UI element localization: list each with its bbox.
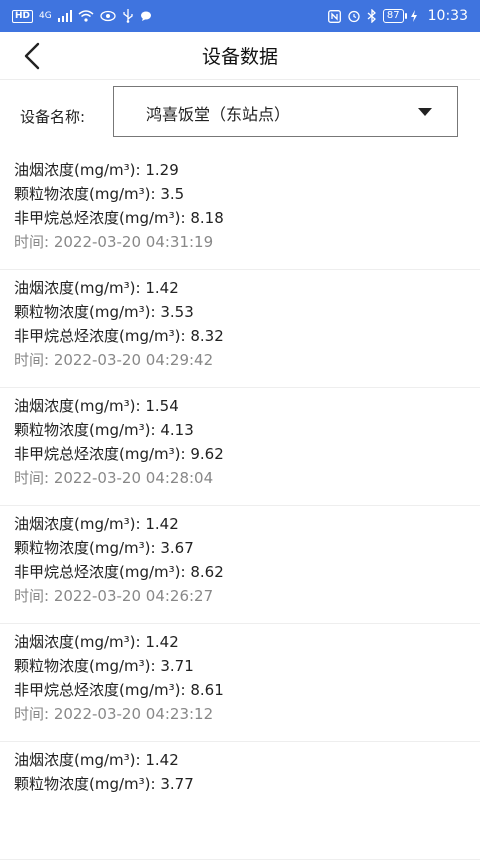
signal-icon [57, 10, 72, 22]
network-type: 4G [39, 11, 52, 21]
time-value: 2022-03-20 04:23:12 [53, 705, 214, 723]
alarm-icon [348, 10, 360, 23]
time-line: 时间: 2022-03-20 04:29:42 [14, 348, 466, 372]
nmhc-value: 8.62 [190, 563, 224, 581]
time-value: 2022-03-20 04:26:27 [53, 587, 214, 605]
particulate-value: 3.53 [160, 303, 194, 321]
oil-smoke-label: 油烟浓度(mg/m³): [14, 161, 146, 179]
clock: 10:33 [427, 8, 468, 24]
status-right: 87 10:33 [327, 8, 468, 24]
nmhc-label: 非甲烷总烃浓度(mg/m³): [14, 445, 191, 463]
nmhc-line: 非甲烷总烃浓度(mg/m³): 8.32 [14, 324, 466, 348]
time-label: 时间: [14, 587, 54, 605]
time-label: 时间: [14, 233, 54, 251]
particulate-label: 颗粒物浓度(mg/m³): [14, 775, 161, 793]
nmhc-value: 8.18 [190, 209, 224, 227]
oil-smoke-value: 1.42 [145, 279, 179, 297]
oil-smoke-value: 1.54 [145, 397, 179, 415]
device-select-value: 鸿喜饭堂（东站点） [146, 105, 291, 124]
nfc-icon [327, 9, 341, 23]
oil-smoke-value: 1.42 [145, 633, 179, 651]
particulate-label: 颗粒物浓度(mg/m³): [14, 657, 161, 675]
data-record-list: 油烟浓度(mg/m³): 1.29 颗粒物浓度(mg/m³): 3.5 非甲烷总… [0, 152, 480, 860]
nmhc-line: 非甲烷总烃浓度(mg/m³): 8.62 [14, 560, 466, 584]
particulate-line: 颗粒物浓度(mg/m³): 3.77 [14, 772, 466, 796]
particulate-line: 颗粒物浓度(mg/m³): 3.71 [14, 654, 466, 678]
particulate-label: 颗粒物浓度(mg/m³): [14, 421, 161, 439]
particulate-value: 3.5 [160, 185, 185, 203]
nmhc-line: 非甲烷总烃浓度(mg/m³): 8.61 [14, 678, 466, 702]
battery-icon: 87 [382, 9, 407, 23]
device-select[interactable]: 鸿喜饭堂（东站点） [113, 86, 458, 137]
chat-icon [140, 11, 151, 21]
page-title: 设备数据 [201, 46, 278, 68]
oil-smoke-value: 1.42 [145, 751, 179, 769]
status-bar: HD 4G 87 10:33 [0, 0, 480, 32]
device-selector-row: 设备名称: 鸿喜饭堂（东站点） [0, 80, 480, 152]
status-left: HD 4G [12, 9, 152, 23]
data-record-item[interactable]: 油烟浓度(mg/m³): 1.42 颗粒物浓度(mg/m³): 3.53 非甲烷… [0, 270, 480, 388]
particulate-line: 颗粒物浓度(mg/m³): 3.67 [14, 536, 466, 560]
oil-smoke-value: 1.42 [145, 515, 179, 533]
oil-smoke-label: 油烟浓度(mg/m³): [14, 515, 146, 533]
oil-smoke-label: 油烟浓度(mg/m³): [14, 751, 146, 769]
time-line: 时间: 2022-03-20 04:31:19 [14, 230, 466, 254]
bluetooth-icon [367, 9, 376, 23]
device-name-label: 设备名称: [20, 107, 86, 126]
time-value: 2022-03-20 04:31:19 [53, 233, 214, 251]
wifi-icon [78, 10, 94, 22]
time-label: 时间: [14, 351, 54, 369]
time-line: 时间: 2022-03-20 04:28:04 [14, 466, 466, 490]
hd-badge: HD [12, 9, 34, 23]
oil-smoke-line: 油烟浓度(mg/m³): 1.42 [14, 276, 466, 300]
particulate-value: 3.77 [160, 775, 194, 793]
caret-down-icon [418, 108, 432, 116]
eye-icon [100, 10, 116, 22]
time-line: 时间: 2022-03-20 04:23:12 [14, 702, 466, 726]
nmhc-value: 8.32 [190, 327, 224, 345]
particulate-label: 颗粒物浓度(mg/m³): [14, 539, 161, 557]
oil-smoke-line: 油烟浓度(mg/m³): 1.42 [14, 748, 466, 772]
time-label: 时间: [14, 705, 54, 723]
time-label: 时间: [14, 469, 54, 487]
oil-smoke-line: 油烟浓度(mg/m³): 1.54 [14, 394, 466, 418]
oil-smoke-line: 油烟浓度(mg/m³): 1.42 [14, 512, 466, 536]
particulate-line: 颗粒物浓度(mg/m³): 3.5 [14, 182, 466, 206]
nmhc-label: 非甲烷总烃浓度(mg/m³): [14, 563, 191, 581]
particulate-line: 颗粒物浓度(mg/m³): 4.13 [14, 418, 466, 442]
particulate-value: 4.13 [160, 421, 194, 439]
nmhc-label: 非甲烷总烃浓度(mg/m³): [14, 681, 191, 699]
oil-smoke-label: 油烟浓度(mg/m³): [14, 633, 146, 651]
nmhc-value: 9.62 [190, 445, 224, 463]
time-line: 时间: 2022-03-20 04:26:27 [14, 584, 466, 608]
oil-smoke-line: 油烟浓度(mg/m³): 1.29 [14, 158, 466, 182]
nmhc-line: 非甲烷总烃浓度(mg/m³): 8.18 [14, 206, 466, 230]
data-record-item[interactable]: 油烟浓度(mg/m³): 1.54 颗粒物浓度(mg/m³): 4.13 非甲烷… [0, 388, 480, 506]
particulate-label: 颗粒物浓度(mg/m³): [14, 303, 161, 321]
nmhc-value: 8.61 [190, 681, 224, 699]
particulate-value: 3.71 [160, 657, 194, 675]
usb-icon [123, 9, 133, 23]
particulate-line: 颗粒物浓度(mg/m³): 3.53 [14, 300, 466, 324]
data-record-item[interactable]: 油烟浓度(mg/m³): 1.29 颗粒物浓度(mg/m³): 3.5 非甲烷总… [0, 152, 480, 270]
data-record-item[interactable]: 油烟浓度(mg/m³): 1.42 颗粒物浓度(mg/m³): 3.67 非甲烷… [0, 506, 480, 624]
app-header: 设备数据 [0, 32, 480, 80]
oil-smoke-value: 1.29 [145, 161, 179, 179]
charging-icon [410, 10, 417, 22]
data-record-item[interactable]: 油烟浓度(mg/m³): 1.42 颗粒物浓度(mg/m³): 3.71 非甲烷… [0, 624, 480, 742]
oil-smoke-line: 油烟浓度(mg/m³): 1.42 [14, 630, 466, 654]
oil-smoke-label: 油烟浓度(mg/m³): [14, 279, 146, 297]
time-value: 2022-03-20 04:28:04 [53, 469, 214, 487]
oil-smoke-label: 油烟浓度(mg/m³): [14, 397, 146, 415]
nmhc-label: 非甲烷总烃浓度(mg/m³): [14, 327, 191, 345]
time-value: 2022-03-20 04:29:42 [53, 351, 214, 369]
data-record-item[interactable]: 油烟浓度(mg/m³): 1.42 颗粒物浓度(mg/m³): 3.77 [0, 742, 480, 860]
back-button[interactable] [18, 40, 50, 72]
chevron-left-icon [24, 42, 40, 70]
nmhc-label: 非甲烷总烃浓度(mg/m³): [14, 209, 191, 227]
particulate-label: 颗粒物浓度(mg/m³): [14, 185, 161, 203]
particulate-value: 3.67 [160, 539, 194, 557]
nmhc-line: 非甲烷总烃浓度(mg/m³): 9.62 [14, 442, 466, 466]
